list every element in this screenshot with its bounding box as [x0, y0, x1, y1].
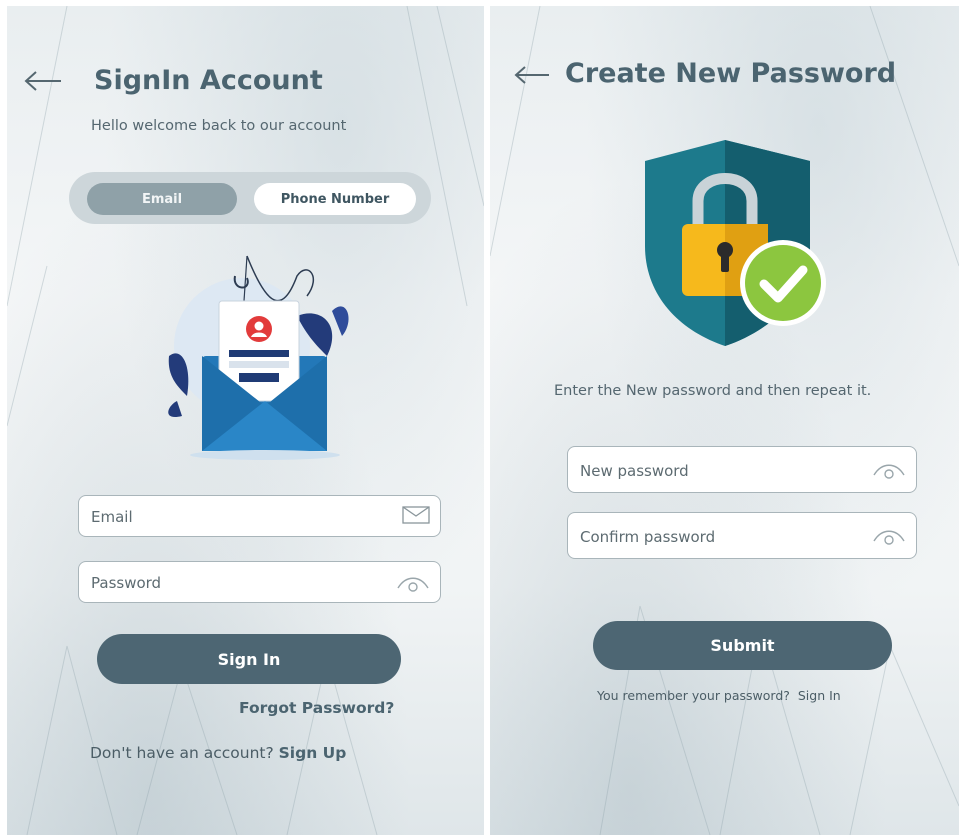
email-field — [78, 495, 441, 538]
background-buildings — [490, 6, 959, 835]
remember-password-prompt: You remember your password? Sign In — [597, 688, 841, 703]
create-password-screen: Create New Password Enter the New passwo… — [490, 6, 959, 835]
login-method-toggle: Email Phone Number — [69, 172, 431, 224]
confirm-password-field — [567, 512, 917, 560]
eye-icon[interactable] — [396, 573, 430, 593]
eye-icon[interactable] — [872, 526, 906, 546]
submit-button[interactable]: Submit — [593, 621, 892, 670]
tab-email[interactable]: Email — [87, 183, 237, 215]
eye-icon[interactable] — [872, 460, 906, 480]
envelope-icon — [402, 506, 430, 524]
page-title: SignIn Account — [94, 65, 323, 96]
sign-in-link[interactable]: Sign In — [798, 688, 841, 703]
signup-prompt: Don't have an account? Sign Up — [90, 744, 346, 762]
phishing-envelope-illustration — [168, 255, 349, 460]
forgot-password-link[interactable]: Forgot Password? — [239, 699, 394, 717]
back-arrow-icon[interactable] — [23, 70, 63, 92]
sign-in-button[interactable]: Sign In — [97, 634, 401, 684]
password-field — [78, 561, 441, 604]
sign-up-link[interactable]: Sign Up — [279, 744, 347, 762]
back-arrow-icon[interactable] — [513, 64, 551, 86]
tab-phone-number[interactable]: Phone Number — [254, 183, 416, 215]
email-input[interactable] — [89, 496, 364, 538]
new-password-field — [567, 446, 917, 494]
confirm-password-input[interactable] — [578, 513, 843, 560]
page-subtitle: Hello welcome back to our account — [91, 118, 347, 134]
shield-lock-check-icon — [645, 140, 826, 346]
signin-screen: SignIn Account Hello welcome back to our… — [7, 6, 484, 835]
page-title: Create New Password — [565, 58, 897, 89]
no-account-text: Don't have an account? — [90, 744, 274, 762]
new-password-input[interactable] — [578, 447, 843, 494]
password-input[interactable] — [89, 562, 364, 604]
instruction-text: Enter the New password and then repeat i… — [554, 383, 872, 399]
remember-text: You remember your password? — [597, 688, 790, 703]
